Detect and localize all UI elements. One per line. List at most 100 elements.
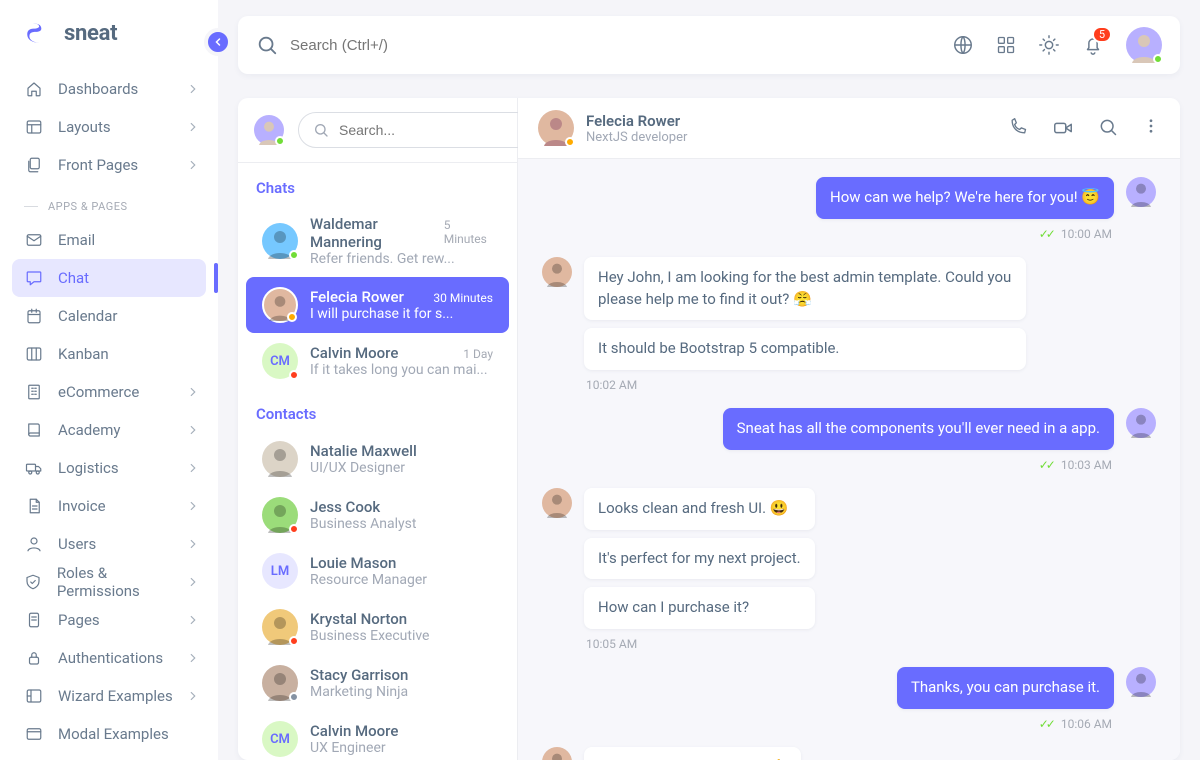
brand[interactable]: sneat bbox=[0, 18, 218, 70]
message-bubble: It's perfect for my next project. bbox=[584, 538, 815, 580]
nav-item-modal-examples[interactable]: Modal Examples bbox=[0, 715, 218, 753]
mail-icon bbox=[25, 231, 43, 249]
nav-item-logistics[interactable]: Logistics bbox=[0, 449, 218, 487]
contact-role: UI/UX Designer bbox=[310, 460, 493, 476]
message-bubble: It should be Bootstrap 5 compatible. bbox=[584, 328, 1026, 370]
chevron-right-icon bbox=[186, 537, 200, 551]
contact-role: Business Analyst bbox=[310, 516, 493, 532]
sidebar-collapse-button[interactable] bbox=[204, 28, 232, 56]
chat-list-item[interactable]: Felecia Rower30 MinutesI will purchase i… bbox=[246, 277, 509, 333]
nav-item-pages[interactable]: Pages bbox=[0, 601, 218, 639]
chevron-left-icon bbox=[212, 36, 224, 48]
nav-item-calendar[interactable]: Calendar bbox=[0, 297, 218, 335]
conversation-search-button[interactable] bbox=[1098, 117, 1118, 139]
nav-item-label: Roles & Permissions bbox=[57, 564, 186, 600]
nav-item-label: Pages bbox=[58, 611, 100, 629]
voice-call-button[interactable] bbox=[1008, 117, 1028, 139]
contact-list-item[interactable]: Jess CookBusiness Analyst bbox=[246, 487, 509, 543]
conversation-header: Felecia Rower NextJS developer bbox=[518, 98, 1180, 159]
read-checks-icon: ✓✓ bbox=[1039, 458, 1053, 472]
message-avatar bbox=[542, 747, 572, 760]
contact-role: Business Executive bbox=[310, 628, 493, 644]
chat-preview: I will purchase it for s... bbox=[310, 306, 493, 322]
sidebar: sneat DashboardsLayoutsFront Pages APPS … bbox=[0, 0, 218, 760]
message-meta: ✓✓10:00 AM bbox=[542, 227, 1112, 241]
chevron-right-icon bbox=[186, 82, 200, 96]
topbar: 5 bbox=[238, 16, 1180, 74]
message-meta: 10:05 AM bbox=[586, 637, 1156, 651]
nav-item-kanban[interactable]: Kanban bbox=[0, 335, 218, 373]
contact-list-item[interactable]: CMCalvin MooreUX Engineer bbox=[246, 711, 509, 760]
nav-item-academy[interactable]: Academy bbox=[0, 411, 218, 449]
contact-name: Natalie Maxwell bbox=[310, 442, 417, 460]
nav-item-label: Authentications bbox=[58, 649, 163, 667]
chat-time: 1 Day bbox=[463, 347, 493, 361]
sun-icon bbox=[1038, 34, 1060, 56]
avatar bbox=[262, 609, 298, 645]
message-bubble: How can we help? We're here for you! 😇 bbox=[816, 177, 1114, 219]
contact-list-item[interactable]: Krystal NortonBusiness Executive bbox=[246, 599, 509, 655]
phone-icon bbox=[1008, 117, 1028, 137]
nav-item-label: Front Pages bbox=[58, 156, 138, 174]
video-call-button[interactable] bbox=[1052, 117, 1074, 139]
nav-item-chat[interactable]: Chat bbox=[12, 259, 206, 297]
modal-icon bbox=[25, 725, 43, 743]
contact-name: Calvin Moore bbox=[310, 722, 398, 740]
chat-list-item[interactable]: CMCalvin Moore1 DayIf it takes long you … bbox=[246, 333, 509, 389]
search-icon bbox=[1098, 117, 1118, 137]
message-time: 10:05 AM bbox=[586, 637, 637, 651]
conversation-more-button[interactable] bbox=[1142, 117, 1160, 139]
nav-item-label: Layouts bbox=[58, 118, 111, 136]
nav-item-authentications[interactable]: Authentications bbox=[0, 639, 218, 677]
avatar-icon bbox=[262, 441, 298, 477]
notification-count-badge: 5 bbox=[1092, 26, 1112, 43]
message-time: 10:06 AM bbox=[1061, 717, 1112, 731]
nav-item-wizard-examples[interactable]: Wizard Examples bbox=[0, 677, 218, 715]
chevron-right-icon bbox=[186, 651, 200, 665]
read-checks-icon: ✓✓ bbox=[1039, 717, 1053, 731]
nav-item-dashboards[interactable]: Dashboards bbox=[0, 70, 218, 108]
apps-grid-button[interactable] bbox=[996, 35, 1016, 55]
nav-item-layouts[interactable]: Layouts bbox=[0, 108, 218, 146]
conversation-avatar[interactable] bbox=[538, 110, 574, 146]
nav-item-label: Logistics bbox=[58, 459, 119, 477]
chevron-right-icon bbox=[186, 499, 200, 513]
message-row: How can we help? We're here for you! 😇 bbox=[542, 177, 1156, 219]
nav-item-ecommerce[interactable]: eCommerce bbox=[0, 373, 218, 411]
message-meta: 10:02 AM bbox=[586, 378, 1156, 392]
chat-search[interactable] bbox=[298, 112, 535, 148]
conversation-subtitle: NextJS developer bbox=[586, 130, 687, 145]
message-avatar bbox=[542, 257, 572, 287]
chats-group-label: Chats bbox=[238, 163, 517, 205]
chat-list-item[interactable]: Waldemar Mannering5 MinutesRefer friends… bbox=[246, 205, 509, 277]
message-avatar bbox=[1126, 408, 1156, 438]
nav-item-users[interactable]: Users bbox=[0, 525, 218, 563]
global-search-input[interactable] bbox=[290, 37, 952, 54]
avatar bbox=[262, 287, 298, 323]
my-avatar[interactable] bbox=[254, 115, 284, 145]
message-row: Sneat has all the components you'll ever… bbox=[542, 408, 1156, 450]
message-bubble: Hey John, I am looking for the best admi… bbox=[584, 257, 1026, 321]
chat-search-input[interactable] bbox=[339, 122, 520, 138]
contact-list-item[interactable]: LMLouie MasonResource Manager bbox=[246, 543, 509, 599]
message-bubble: Looks clean and fresh UI. 😃 bbox=[584, 488, 815, 530]
contact-list-item[interactable]: Stacy GarrisonMarketing Ninja bbox=[246, 655, 509, 711]
notifications-button[interactable]: 5 bbox=[1082, 34, 1104, 56]
user-avatar[interactable] bbox=[1126, 27, 1162, 63]
chevron-right-icon bbox=[186, 613, 200, 627]
contact-list-item[interactable]: Natalie MaxwellUI/UX Designer bbox=[246, 431, 509, 487]
nav-item-roles-permissions[interactable]: Roles & Permissions bbox=[0, 563, 218, 601]
calendar-icon bbox=[25, 307, 43, 325]
contact-role: Marketing Ninja bbox=[310, 684, 493, 700]
message-time: 10:00 AM bbox=[1061, 227, 1112, 241]
nav-item-email[interactable]: Email bbox=[0, 221, 218, 259]
nav-item-label: Users bbox=[58, 535, 96, 553]
kanban-icon bbox=[25, 345, 43, 363]
search-icon bbox=[256, 34, 278, 56]
language-button[interactable] bbox=[952, 34, 974, 56]
wizard-icon bbox=[25, 687, 43, 705]
nav-item-invoice[interactable]: Invoice bbox=[0, 487, 218, 525]
nav-item-front-pages[interactable]: Front Pages bbox=[0, 146, 218, 184]
nav-item-label: Modal Examples bbox=[58, 725, 169, 743]
theme-toggle-button[interactable] bbox=[1038, 34, 1060, 56]
